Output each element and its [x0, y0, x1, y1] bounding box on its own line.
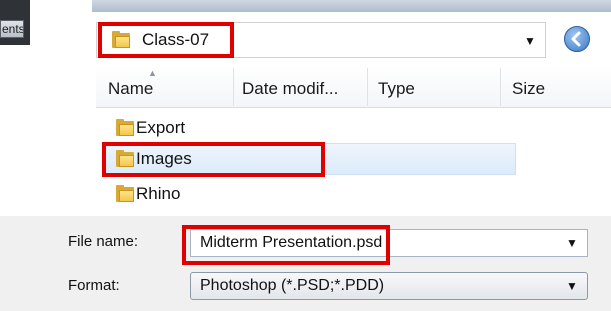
- column-header-date-modified[interactable]: Date modif...: [242, 78, 338, 100]
- chevron-down-icon[interactable]: ▼: [566, 279, 578, 293]
- column-header-name[interactable]: Name: [108, 78, 153, 100]
- file-name-highlight-box: [182, 225, 390, 265]
- list-item-export[interactable]: Export: [110, 115, 310, 141]
- format-value: Photoshop (*.PSD;*.PDD): [200, 277, 385, 294]
- images-highlight-box: [102, 142, 325, 177]
- sort-ascending-icon: ▲: [148, 68, 157, 78]
- location-highlight-box: [98, 22, 234, 58]
- folder-icon: [116, 119, 134, 136]
- list-item-rhino[interactable]: Rhino: [110, 181, 310, 207]
- list-item-label: Export: [136, 118, 186, 137]
- column-header-size[interactable]: Size: [512, 78, 545, 100]
- background-window-button[interactable]: ents: [0, 20, 24, 38]
- back-arrow-icon[interactable]: [564, 26, 590, 52]
- chevron-down-icon[interactable]: ▼: [566, 236, 578, 250]
- file-name-label: File name:: [68, 233, 139, 250]
- dialog-titlebar: [92, 0, 611, 12]
- list-item-label: Rhino: [136, 184, 181, 203]
- folder-icon: [116, 185, 134, 202]
- chevron-down-icon[interactable]: ▼: [524, 34, 536, 48]
- format-label: Format:: [68, 277, 120, 294]
- column-header-type[interactable]: Type: [378, 78, 415, 100]
